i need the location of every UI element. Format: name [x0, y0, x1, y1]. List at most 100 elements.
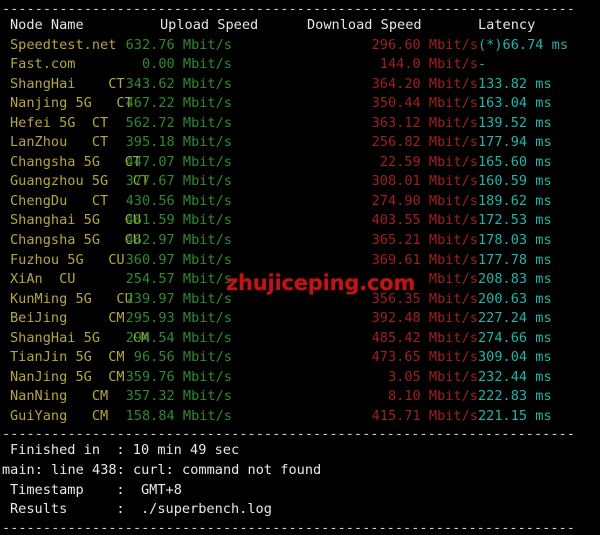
- cell-download-speed: 256.82 Mbit/s: [371, 134, 478, 151]
- cell-latency: 222.83 ms: [478, 388, 552, 405]
- cell-upload-speed: 96.56 Mbit/s: [133, 349, 232, 366]
- cell-latency: 163.04 ms: [478, 95, 552, 112]
- cell-node-name: ShangHai CT: [10, 75, 125, 92]
- finished-value: 10 min 49 sec: [132, 442, 240, 459]
- cell-download-speed: 364.20 Mbit/s: [371, 75, 478, 92]
- timestamp-value: GMT+8: [140, 481, 182, 498]
- cell-node-name: KunMing 5G CU: [10, 290, 133, 307]
- cell-download-speed: 392.48 Mbit/s: [371, 310, 478, 327]
- cell-upload-speed: 377.67 Mbit/s: [125, 173, 232, 190]
- results-value: ./superbench.log: [140, 501, 272, 518]
- speedtest-table: Node Name Upload Speed Download Speed La…: [0, 16, 600, 426]
- cell-upload-speed: 343.62 Mbit/s: [125, 75, 232, 92]
- cell-upload-speed: 359.76 Mbit/s: [125, 368, 232, 385]
- separator-bottom: ----------------------------------------…: [2, 520, 575, 535]
- cell-latency: 178.03 ms: [478, 232, 552, 249]
- table-row: LanZhou CT 395.18 Mbit/s 256.82 Mbit/s 177.…: [0, 133, 600, 153]
- cell-latency: 309.04 ms: [478, 349, 552, 366]
- table-row: Changsha 5G CU 462.97 Mbit/s 365.21 Mbit/s…: [0, 231, 600, 251]
- cell-node-name: Changsha 5G CT: [10, 153, 141, 170]
- cell-download-speed: 8.10 Mbit/s: [387, 388, 478, 405]
- cell-latency: (*)66.74 ms: [478, 36, 569, 53]
- timestamp-line: Timestamp : GMT+8: [0, 481, 600, 501]
- table-row: Changsha 5G CT 447.07 Mbit/s 22.59 Mbit/s 1…: [0, 153, 600, 173]
- separator-top: ----------------------------------------…: [2, 2, 575, 16]
- cell-upload-speed: 360.97 Mbit/s: [125, 251, 232, 268]
- cell-upload-speed: 462.97 Mbit/s: [125, 232, 232, 249]
- cell-download-speed: 356.35 Mbit/s: [371, 290, 478, 307]
- results-label: Results :: [10, 501, 125, 518]
- cell-node-name: BeiJing CM: [10, 310, 125, 327]
- cell-upload-speed: 295.93 Mbit/s: [125, 310, 232, 327]
- cell-latency: 177.94 ms: [478, 134, 552, 151]
- cell-upload-speed: 0.00 Mbit/s: [141, 56, 232, 73]
- cell-node-name: Nanjing 5G CT: [10, 95, 133, 112]
- timestamp-label: Timestamp :: [10, 481, 125, 498]
- table-row: NanNing CM 357.32 Mbit/s 8.10 Mbit/s 222.83…: [0, 387, 600, 407]
- cell-latency: 208.83 ms: [478, 271, 552, 288]
- cell-upload-speed: 158.84 Mbit/s: [125, 407, 232, 424]
- cell-download-speed: 485.42 Mbit/s: [371, 329, 478, 346]
- cell-download-speed: 473.65 Mbit/s: [371, 349, 478, 366]
- cell-download-speed: 403.55 Mbit/s: [371, 212, 478, 229]
- cell-download-speed: 3.05 Mbit/s: [387, 368, 478, 385]
- cell-download-speed: 415.71 Mbit/s: [371, 407, 478, 424]
- finished-label: Finished in :: [10, 442, 125, 459]
- error-line: main: line 438: curl: command not found: [2, 462, 322, 479]
- cell-upload-speed: 254.57 Mbit/s: [125, 271, 232, 288]
- cell-upload-speed: 467.22 Mbit/s: [125, 95, 232, 112]
- cell-download-speed: 308.01 Mbit/s: [371, 173, 478, 190]
- cell-node-name: TianJin 5G CM: [10, 349, 125, 366]
- cell-node-name: Fast.com: [10, 56, 76, 73]
- table-row: Nanjing 5G CT 467.22 Mbit/s 350.44 Mbit/s 1…: [0, 94, 600, 114]
- cell-upload-speed: 239.97 Mbit/s: [125, 290, 232, 307]
- cell-node-name: LanZhou CT: [10, 134, 109, 151]
- cell-latency: 172.53 ms: [478, 212, 552, 229]
- table-row: NanJing 5G CM 359.76 Mbit/s 3.05 Mbit/s 232…: [0, 368, 600, 388]
- table-row: Speedtest.net 632.76 Mbit/s 296.60 Mbit/s(…: [0, 36, 600, 56]
- table-row: Fuzhou 5G CU 360.97 Mbit/s 369.61 Mbit/s 17…: [0, 251, 600, 271]
- cell-node-name: Changsha 5G CU: [10, 232, 141, 249]
- cell-upload-speed: 562.72 Mbit/s: [125, 114, 232, 131]
- cell-upload-speed: 461.59 Mbit/s: [125, 212, 232, 229]
- cell-node-name: Hefei 5G CT: [10, 114, 109, 131]
- column-header-download-speed: Download Speed: [307, 17, 422, 33]
- table-row: ShangHai CT 343.62 Mbit/s 364.20 Mbit/s 133…: [0, 75, 600, 95]
- table-row: XiAn CU 254.57 Mbit/s Mbit/s 208.83 ms: [0, 270, 600, 290]
- cell-latency: 177.78 ms: [478, 251, 552, 268]
- cell-upload-speed: 430.56 Mbit/s: [125, 192, 232, 209]
- column-header-upload-speed: Upload Speed: [160, 17, 259, 33]
- column-header-latency: Latency: [478, 17, 536, 33]
- table-rows: Speedtest.net 632.76 Mbit/s 296.60 Mbit/s(…: [0, 36, 600, 427]
- table-row: Fast.com 0.00 Mbit/s 144.0 Mbit/s -: [0, 55, 600, 75]
- separator-middle: ----------------------------------------…: [2, 427, 575, 442]
- table-row: Hefei 5G CT 562.72 Mbit/s 363.12 Mbit/s 139…: [0, 114, 600, 134]
- cell-node-name: NanNing CM: [10, 388, 109, 405]
- table-row: KunMing 5G CU 239.97 Mbit/s 356.35 Mbit/s 2…: [0, 290, 600, 310]
- cell-download-speed: 350.44 Mbit/s: [371, 95, 478, 112]
- cell-latency: 232.44 ms: [478, 368, 552, 385]
- cell-node-name: Speedtest.net: [10, 36, 117, 53]
- cell-latency: 165.60 ms: [478, 153, 552, 170]
- cell-download-speed: 369.61 Mbit/s: [371, 251, 478, 268]
- cell-upload-speed: 395.18 Mbit/s: [125, 134, 232, 151]
- column-header-node-name: Node Name: [10, 17, 84, 33]
- cell-latency: 200.63 ms: [478, 290, 552, 307]
- cell-node-name: ChengDu CT: [10, 192, 109, 209]
- table-row: ChengDu CT 430.56 Mbit/s 274.90 Mbit/s 189.…: [0, 192, 600, 212]
- cell-node-name: Fuzhou 5G CU: [10, 251, 125, 268]
- table-header-row: Node Name Upload Speed Download Speed La…: [0, 16, 600, 36]
- cell-download-speed: 274.90 Mbit/s: [371, 192, 478, 209]
- table-row: ShangHai 5G CM 294.54 Mbit/s 485.42 Mbit/s…: [0, 329, 600, 349]
- cell-upload-speed: 294.54 Mbit/s: [125, 329, 232, 346]
- results-line: Results : ./superbench.log: [0, 500, 600, 520]
- cell-latency: 133.82 ms: [478, 75, 552, 92]
- cell-download-speed: 144.0 Mbit/s: [379, 56, 478, 73]
- cell-node-name: XiAn CU: [10, 271, 76, 288]
- cell-latency: -: [478, 56, 487, 73]
- cell-latency: 189.62 ms: [478, 192, 552, 209]
- cell-latency: 139.52 ms: [478, 114, 552, 131]
- cell-download-speed: Mbit/s: [428, 271, 478, 288]
- table-row: GuiYang CM 158.84 Mbit/s 415.71 Mbit/s 221.…: [0, 407, 600, 427]
- table-row: Guangzhou 5G CT 377.67 Mbit/s 308.01 Mbit/…: [0, 172, 600, 192]
